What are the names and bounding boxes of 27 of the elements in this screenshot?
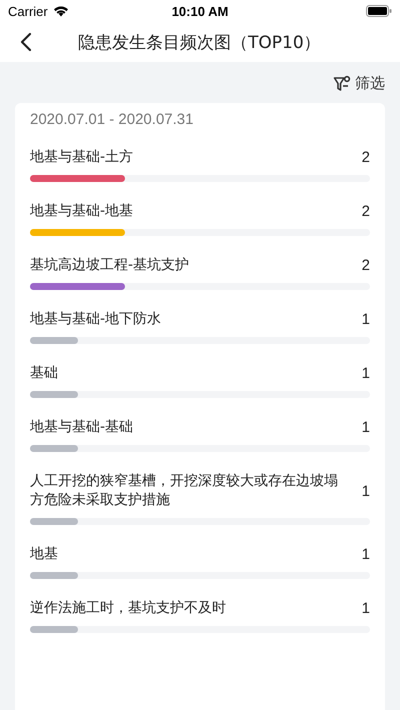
item-count: 2 [362, 149, 370, 166]
item-count: 1 [362, 419, 370, 436]
filter-button[interactable]: 筛选 [333, 74, 385, 93]
item-label: 逆作法施工时，基坑支护不及时 [30, 599, 226, 618]
status-time: 10:10 AM [172, 4, 228, 18]
item-count: 2 [362, 257, 370, 274]
page-title: 隐患发生条目频次图（TOP10） [78, 32, 321, 54]
item-label: 地基与基础-地下防水 [30, 310, 162, 329]
back-icon[interactable] [20, 32, 32, 52]
filter-icon [333, 74, 351, 92]
battery-icon [366, 5, 392, 17]
item-count: 1 [362, 482, 370, 500]
date-range: 2020.07.01 - 2020.07.31 [30, 111, 194, 128]
carrier-label: Carrier [8, 4, 48, 18]
wifi-icon [52, 5, 69, 17]
item-label: 地基与基础-土方 [30, 148, 134, 167]
item-label: 地基 [30, 545, 58, 564]
item-label: 地基与基础-地基 [30, 202, 134, 221]
item-label: 基础 [30, 364, 58, 383]
item-label: 基坑高边坡工程-基坑支护 [30, 256, 190, 275]
item-label: 地基与基础-基础 [30, 418, 134, 437]
item-count: 1 [362, 600, 370, 617]
item-count: 1 [362, 365, 370, 382]
item-label: 人工开挖的狭窄基槽，开挖深度较大或存在边坡塌方危险未采取支护措施 [30, 472, 339, 510]
item-count: 1 [362, 311, 370, 328]
item-count: 2 [362, 203, 370, 220]
item-count: 1 [362, 546, 370, 563]
